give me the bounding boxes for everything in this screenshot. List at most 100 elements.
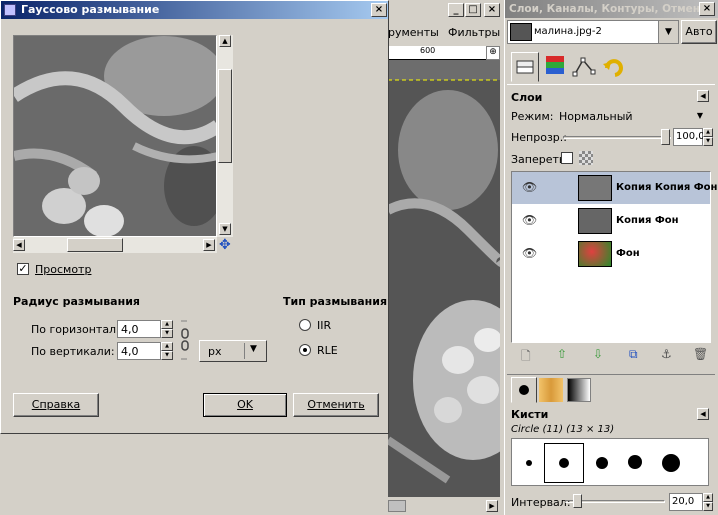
- brush-item[interactable]: [662, 454, 680, 472]
- opacity-input[interactable]: 100,0: [673, 128, 705, 146]
- layers-list[interactable]: 👁 Копия Копия Фон 👁 Копия Фон 👁 Фон: [511, 171, 717, 343]
- duplicate-layer-icon[interactable]: ⧉: [629, 347, 638, 362]
- close-window-button[interactable]: ×: [484, 3, 500, 17]
- minimize-button[interactable]: _: [448, 3, 464, 17]
- rle-label[interactable]: RLE: [317, 344, 338, 357]
- interval-slider-handle[interactable]: [573, 494, 582, 508]
- image-thumbnail: [510, 23, 532, 41]
- brushes-tab[interactable]: [511, 377, 537, 403]
- cancel-button[interactable]: Отменить: [293, 393, 379, 417]
- interval-slider[interactable]: [565, 494, 665, 508]
- iir-radio[interactable]: [299, 319, 311, 331]
- layer-name: Копия Копия Фон: [616, 182, 718, 193]
- channels-icon[interactable]: [543, 54, 569, 80]
- preview-vscrollbar[interactable]: ▲ ▼: [217, 35, 233, 237]
- dialog-app-icon: [4, 4, 16, 16]
- preview-hscrollbar[interactable]: ◀ ▶: [13, 237, 217, 253]
- preview-label[interactable]: Просмотр: [35, 263, 91, 276]
- preview-scroll-left[interactable]: ◀: [13, 239, 25, 251]
- brushes-title: Кисти: [511, 408, 549, 421]
- eye-icon[interactable]: 👁: [522, 213, 537, 227]
- undo-icon[interactable]: [601, 54, 627, 80]
- iir-label[interactable]: IIR: [317, 319, 331, 332]
- auto-button[interactable]: Авто: [681, 20, 717, 44]
- brush-item-selected[interactable]: [544, 443, 584, 483]
- opacity-slider[interactable]: [563, 129, 671, 145]
- layers-icon: [516, 60, 534, 74]
- ok-button[interactable]: OK: [203, 393, 287, 417]
- patterns-tab[interactable]: [539, 378, 563, 402]
- preview-hscroll-thumb[interactable]: [67, 238, 123, 252]
- layer-row[interactable]: 👁 Фон: [512, 238, 710, 270]
- brush-item[interactable]: [628, 455, 642, 469]
- mode-label: Режим:: [511, 110, 554, 123]
- chain-icon[interactable]: [179, 319, 191, 361]
- zoom-toggle-icon[interactable]: ⊕: [486, 46, 500, 60]
- delete-icon[interactable]: 🗑: [693, 347, 708, 361]
- lock-pixels-checkbox[interactable]: [561, 152, 573, 164]
- dock-tabs: [507, 50, 715, 84]
- layers-tab[interactable]: [511, 52, 539, 82]
- new-layer-icon[interactable]: 🗋: [521, 347, 531, 368]
- anchor-icon[interactable]: ⚓: [661, 347, 672, 361]
- layer-buttons: 🗋 ⇧ ⇩ ⧉ ⚓ 🗑: [511, 345, 711, 367]
- preview-scroll-down[interactable]: ▼: [219, 223, 231, 235]
- eye-icon[interactable]: 👁: [522, 180, 537, 194]
- opacity-slider-handle[interactable]: [661, 129, 670, 145]
- dialog-close-button[interactable]: ×: [371, 3, 387, 17]
- help-button[interactable]: Справка: [13, 393, 99, 417]
- preview-image[interactable]: [13, 35, 217, 237]
- horizontal-stepper[interactable]: ▲ ▼: [161, 320, 173, 338]
- menu-tools[interactable]: рументы: [388, 26, 439, 39]
- preview-scroll-right[interactable]: ▶: [203, 239, 215, 251]
- interval-stepper[interactable]: ▲ ▼: [703, 493, 713, 511]
- scroll-right-arrow[interactable]: ▶: [486, 500, 498, 512]
- gradients-tab[interactable]: [567, 378, 591, 402]
- layer-name: Копия Фон: [616, 215, 679, 226]
- layers-close-button[interactable]: ×: [699, 2, 715, 16]
- horizontal-label: По горизонтали:: [31, 323, 127, 336]
- layers-section-title: Слои: [511, 91, 543, 104]
- rle-radio[interactable]: [299, 344, 311, 356]
- opacity-stepper[interactable]: ▲ ▼: [703, 128, 713, 146]
- horizontal-ruler: 600: [388, 46, 486, 60]
- canvas-image: [388, 79, 500, 497]
- brushes-panel-menu-button[interactable]: ◀: [697, 408, 709, 420]
- horizontal-radius-input[interactable]: 4,0: [117, 320, 161, 338]
- interval-label: Интервал:: [511, 496, 571, 509]
- brushes-section: Кисти ◀ Circle (11) (13 × 13) Интервал: …: [507, 404, 715, 515]
- unit-select[interactable]: px ▼: [199, 340, 267, 362]
- layers-titlebar[interactable]: Слои, Каналы, Контуры, Отмен...: [505, 0, 718, 18]
- layer-row[interactable]: 👁 Копия Копия Фон: [512, 172, 717, 204]
- layer-row[interactable]: 👁 Копия Фон: [512, 205, 710, 237]
- preview-checkbox[interactable]: ✓: [17, 263, 29, 275]
- eye-icon[interactable]: 👁: [522, 246, 537, 260]
- brush-item[interactable]: [596, 457, 608, 469]
- vertical-radius-input[interactable]: 4,0: [117, 342, 161, 360]
- layer-name: Фон: [616, 248, 640, 259]
- lock-alpha-icon[interactable]: [579, 151, 593, 165]
- lower-layer-icon[interactable]: ⇩: [593, 347, 603, 361]
- brush-item[interactable]: [526, 460, 532, 466]
- menu-filters[interactable]: Фильтры: [448, 26, 500, 39]
- image-selector[interactable]: малина.jpg-2 ▼: [507, 20, 679, 44]
- layers-window-title: Слои, Каналы, Контуры, Отмен...: [509, 3, 713, 15]
- layers-panel-menu-button[interactable]: ◀: [697, 90, 709, 102]
- dialog-titlebar[interactable]: Гауссово размывание: [1, 1, 388, 19]
- image-canvas[interactable]: [388, 60, 500, 497]
- raise-layer-icon[interactable]: ⇧: [557, 347, 567, 361]
- mode-select[interactable]: Нормальный ▼: [557, 107, 709, 125]
- paths-icon[interactable]: [571, 54, 597, 80]
- navigate-icon[interactable]: ✥: [219, 237, 231, 253]
- maximize-button[interactable]: □: [465, 3, 481, 17]
- layer-thumbnail: [578, 175, 612, 201]
- preview-vscroll-thumb[interactable]: [218, 69, 232, 163]
- interval-input[interactable]: 20,0: [669, 493, 703, 511]
- image-hscrollbar[interactable]: [388, 497, 486, 515]
- mode-chevron-icon: ▼: [696, 111, 703, 120]
- brushes-grid[interactable]: [511, 438, 709, 486]
- preview-scroll-up[interactable]: ▲: [219, 35, 231, 47]
- brush-name: Circle (11) (13 × 13): [511, 424, 615, 435]
- layers-window: Слои, Каналы, Контуры, Отмен... × малина…: [504, 0, 718, 515]
- vertical-stepper[interactable]: ▲ ▼: [161, 342, 173, 360]
